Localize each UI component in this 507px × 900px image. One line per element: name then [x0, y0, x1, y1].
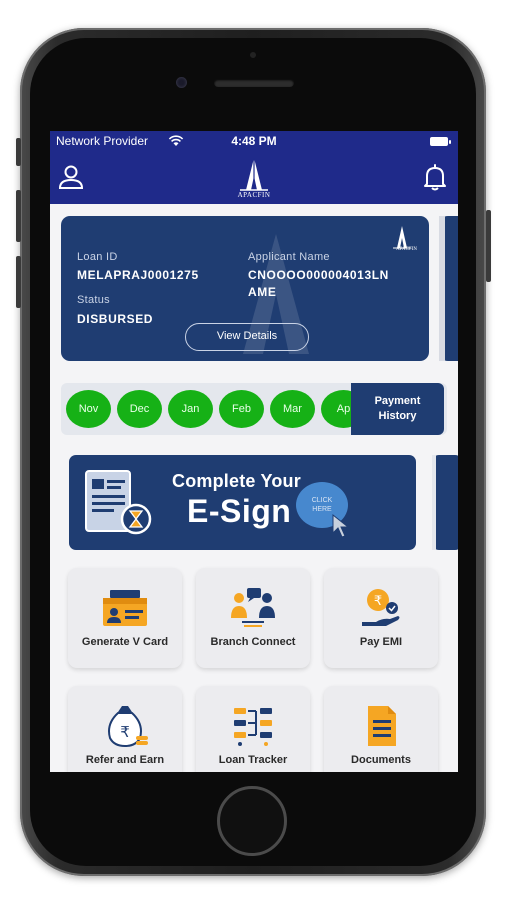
loan-id-value: MELAPRAJ0001275	[77, 268, 199, 282]
tile-generate-v-card[interactable]: Generate V Card	[68, 568, 182, 668]
tile-label-loan-tracker: Loan Tracker	[218, 754, 288, 766]
app-logo-text: APACFIN	[237, 191, 271, 199]
card-logo-text: APACFIN	[396, 247, 417, 252]
applicant-name-value-line2: AME	[248, 285, 277, 299]
notification-bell-icon[interactable]	[422, 163, 448, 191]
tile-refer-and-earn[interactable]: ₹ Refer and Earn	[68, 686, 182, 772]
esign-title-line1: Complete Your	[172, 471, 301, 491]
id-card-icon	[103, 590, 147, 626]
app-screen: Network Provider 4:48 PM APACFIN APACFIN…	[50, 131, 458, 772]
click-here-line1: CLICK	[311, 497, 333, 504]
document-icon	[368, 706, 396, 746]
esign-banner[interactable]: Complete Your E-Sign CLICK HERE	[69, 455, 416, 550]
tile-label-branch-connect: Branch Connect	[210, 636, 296, 648]
tile-label-generate-v-card: Generate V Card	[81, 636, 169, 648]
next-loan-card-peek[interactable]	[439, 216, 458, 361]
branch-connect-icon	[231, 588, 275, 627]
front-camera	[176, 77, 187, 88]
tile-branch-connect[interactable]: Branch Connect	[196, 568, 310, 668]
payment-history-button[interactable]: Payment History	[351, 383, 444, 435]
app-logo: APACFIN	[232, 156, 276, 200]
profile-icon[interactable]	[58, 164, 84, 190]
volume-down-button	[16, 256, 21, 308]
loan-id-label: Loan ID	[77, 251, 118, 263]
status-bar: Network Provider 4:48 PM	[50, 131, 458, 152]
tile-documents[interactable]: Documents	[324, 686, 438, 772]
view-details-button[interactable]: View Details	[185, 323, 309, 351]
payment-history-label-line2: History	[378, 410, 417, 422]
month-chip-feb[interactable]: Feb	[219, 390, 264, 428]
tile-label-documents: Documents	[351, 754, 411, 766]
next-banner-peek[interactable]	[432, 455, 458, 550]
month-chip-jan[interactable]: Jan	[168, 390, 213, 428]
volume-up-button	[16, 190, 21, 242]
click-here-line2: HERE	[312, 506, 332, 513]
rupee-hand-icon: ₹	[362, 589, 400, 626]
tile-pay-emi[interactable]: ₹ Pay EMI	[324, 568, 438, 668]
loan-summary-card[interactable]: APACFIN Loan ID MELAPRAJ0001275 Status D…	[61, 216, 429, 361]
top-nav-bar: APACFIN	[50, 152, 458, 204]
month-chip-mar[interactable]: Mar	[270, 390, 315, 428]
earpiece-speaker	[214, 79, 294, 87]
tile-label-refer-and-earn: Refer and Earn	[85, 754, 165, 766]
month-chip-dec[interactable]: Dec	[117, 390, 162, 428]
home-button[interactable]	[217, 786, 287, 856]
applicant-name-label: Applicant Name	[248, 251, 330, 263]
svg-text:₹: ₹	[120, 723, 130, 741]
payment-history-label-line1: Payment	[374, 395, 421, 407]
money-bag-icon: ₹	[108, 706, 148, 748]
applicant-name-value-line1: CNOOOO000004013LN	[248, 268, 389, 282]
tracker-icon	[234, 708, 272, 746]
power-button	[486, 210, 491, 282]
clock: 4:48 PM	[231, 134, 277, 148]
battery-icon	[430, 137, 451, 146]
proximity-sensor	[250, 52, 256, 58]
apacfin-logo-icon	[240, 158, 268, 191]
tile-label-pay-emi: Pay EMI	[359, 636, 403, 648]
home-content: APACFIN Loan ID MELAPRAJ0001275 Status D…	[50, 204, 458, 772]
status-value: DISBURSED	[77, 312, 154, 326]
month-chip-nov[interactable]: Nov	[66, 390, 111, 428]
esign-title-line2: E-Sign	[187, 493, 292, 529]
status-label: Status	[77, 294, 110, 306]
esign-document-icon	[85, 470, 152, 535]
pointer-cursor-icon	[332, 513, 350, 538]
mute-switch	[16, 138, 21, 166]
tile-loan-tracker[interactable]: Loan Tracker	[196, 686, 310, 772]
svg-text:₹: ₹	[374, 594, 382, 609]
